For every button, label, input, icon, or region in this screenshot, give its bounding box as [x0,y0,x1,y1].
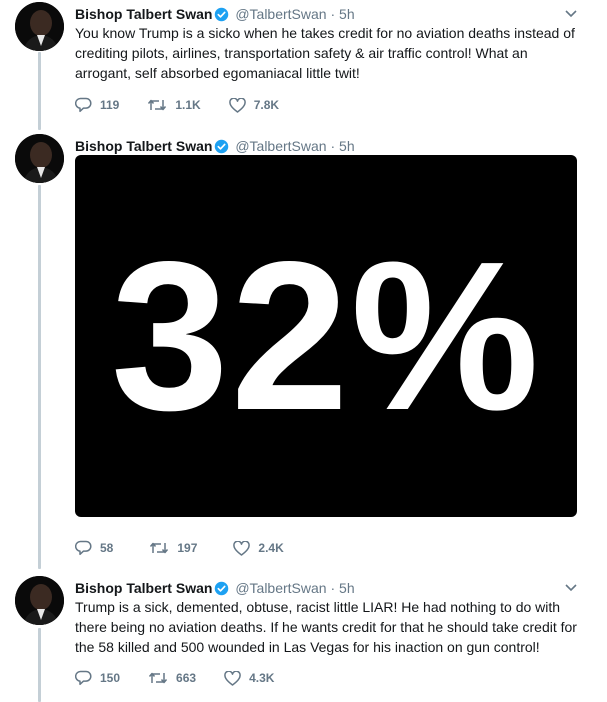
tweet-text: Trump is a sick, demented, obtuse, racis… [75,599,577,655]
author-handle[interactable]: @TalbertSwan [235,138,326,154]
tweet-actions: 150 663 4.3K [75,668,302,688]
author-handle[interactable]: @TalbertSwan [235,6,326,22]
retweet-icon [148,99,167,111]
reply-icon [75,97,92,113]
author-name[interactable]: Bishop Talbert Swan [75,580,212,596]
heart-icon [224,670,241,686]
reply-icon [75,540,92,556]
timestamp[interactable]: 5h [339,580,355,596]
tweet-text: You know Trump is a sicko when he takes … [75,25,575,81]
chevron-down-icon[interactable] [565,10,577,18]
avatar[interactable] [15,2,64,51]
like-button[interactable]: 2.4K [233,540,284,556]
like-button[interactable]: 7.8K [228,97,280,113]
separator-dot: · [330,138,336,154]
author-name[interactable]: Bishop Talbert Swan [75,6,212,22]
like-count: 2.4K [258,541,284,555]
media-text: 32% [110,217,542,454]
chevron-down-icon[interactable] [565,584,577,592]
timestamp[interactable]: 5h [339,6,355,22]
retweet-count: 663 [176,671,197,685]
reply-icon [75,670,92,686]
like-count: 4.3K [249,671,275,685]
retweet-icon [150,542,169,554]
separator-dot: · [330,6,336,22]
retweet-count: 1.1K [175,98,201,112]
retweet-icon [148,672,168,684]
retweet-button[interactable]: 197 [149,541,197,555]
retweet-button[interactable]: 1.1K [147,98,201,112]
tweet-actions: 58 197 2.4K [75,538,312,558]
retweet-button[interactable]: 663 [148,671,196,685]
reply-count: 58 [100,541,114,555]
like-count: 7.8K [253,98,280,112]
avatar[interactable] [15,576,64,625]
tweet[interactable]: Bishop Talbert Swan @TalbertSwan · 5h Tr… [0,576,607,702]
author-name[interactable]: Bishop Talbert Swan [75,138,212,154]
tweet-media-image[interactable]: 32% [75,155,577,517]
reply-button[interactable]: 150 [75,670,120,686]
heart-icon [233,540,251,556]
tweet-actions: 119 1.1K 7.8K [75,95,307,115]
tweet[interactable]: Bishop Talbert Swan @TalbertSwan · 5h Yo… [0,2,607,122]
reply-count: 119 [100,98,120,112]
tweet[interactable]: Bishop Talbert Swan @TalbertSwan · 5h 32… [0,134,607,564]
timestamp[interactable]: 5h [339,138,355,154]
separator-dot: · [330,580,336,596]
reply-button[interactable]: 58 [75,540,113,556]
retweet-count: 197 [177,541,198,555]
reply-count: 150 [100,671,121,685]
author-handle[interactable]: @TalbertSwan [235,580,326,596]
like-button[interactable]: 4.3K [224,670,275,686]
avatar[interactable] [15,134,64,183]
reply-button[interactable]: 119 [75,97,119,113]
heart-icon [228,97,246,113]
